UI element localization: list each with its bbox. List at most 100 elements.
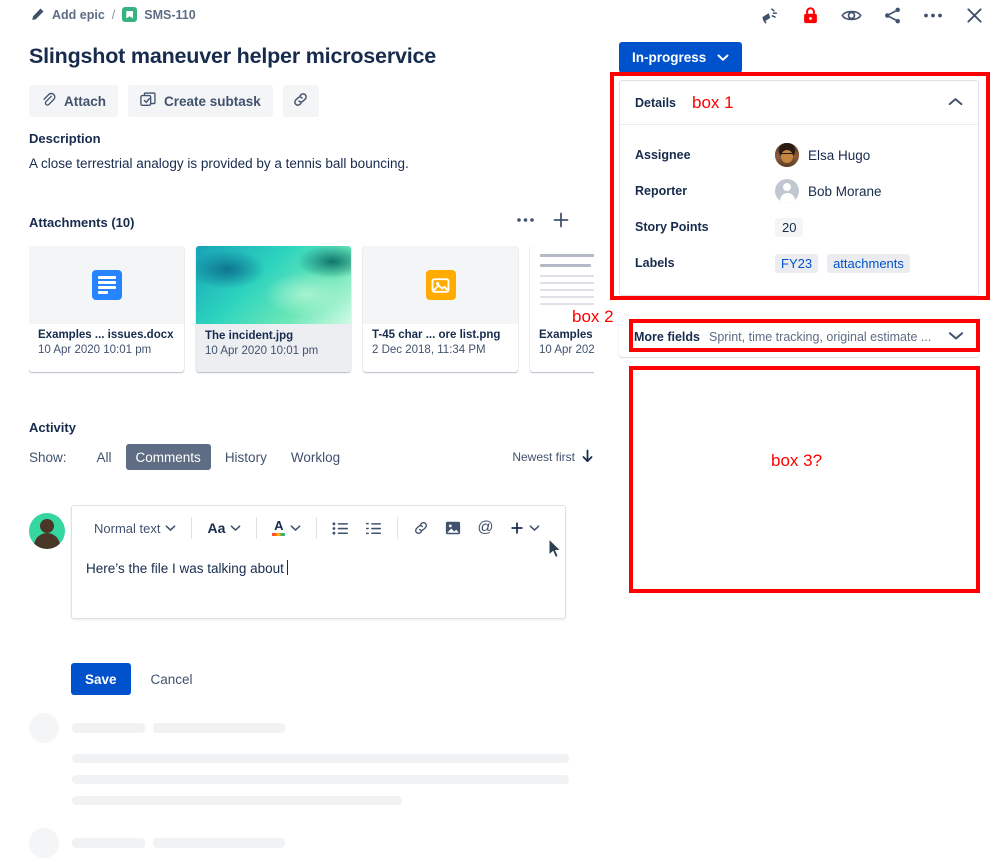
field-value[interactable]: FY23 attachments (775, 253, 910, 273)
breadcrumb-add-epic[interactable]: Add epic (52, 8, 105, 22)
activity-sort-label: Newest first (512, 450, 575, 464)
details-panel: Details Assignee Elsa Hugo Reporter Bob … (619, 80, 979, 296)
image-icon[interactable] (437, 514, 469, 542)
field-labels[interactable]: Labels FY23 attachments (635, 245, 963, 281)
page-title[interactable]: Slingshot maneuver helper microservice (29, 44, 436, 69)
description-heading: Description (29, 131, 101, 146)
link-icon[interactable] (405, 514, 437, 542)
attachment-date: 10 Apr 2020 (539, 344, 594, 356)
link-issue-button[interactable] (282, 85, 319, 117)
field-label: Assignee (635, 148, 691, 162)
chevron-up-icon[interactable] (948, 94, 963, 112)
issue-action-bar: Attach Create subtask (29, 85, 319, 117)
field-label: Story Points (635, 220, 709, 234)
activity-show-label: Show: (29, 449, 67, 465)
comment-editor[interactable]: Normal text Aa A @ Here’s the file I was… (71, 505, 566, 619)
cancel-button[interactable]: Cancel (141, 663, 203, 695)
text-style-dropdown[interactable]: Normal text (86, 514, 184, 542)
mention-label: @ (477, 519, 494, 536)
font-formatting-icon[interactable]: Aa (199, 514, 249, 542)
annotation-label-3: box 3? (771, 451, 823, 470)
chevron-down-icon (230, 525, 241, 531)
field-reporter[interactable]: Reporter Bob Morane (635, 173, 963, 209)
label-chip[interactable]: FY23 (775, 253, 819, 273)
avatar (29, 513, 65, 549)
create-subtask-button[interactable]: Create subtask (128, 85, 273, 117)
toolbar-divider (191, 517, 193, 539)
tab-comments[interactable]: Comments (125, 444, 211, 470)
issue-main-content: Add epic / SMS-110 Slingshot maneuver he… (0, 0, 600, 858)
attachment-meta: T-45 char ... ore list.png 2 Dec 2018, 1… (363, 324, 518, 356)
breadcrumb-issue-key[interactable]: SMS-110 (144, 8, 195, 22)
chevron-down-icon (529, 525, 540, 531)
insert-more-icon[interactable] (502, 514, 548, 542)
attach-button-label: Attach (64, 93, 107, 109)
attachment-card[interactable]: Examples ... issues.docx 10 Apr 2020 10:… (29, 246, 184, 372)
status-dropdown[interactable]: In-progress (619, 42, 743, 73)
comment-input[interactable]: Here’s the file I was talking about (72, 550, 565, 618)
save-button[interactable]: Save (71, 663, 131, 695)
avatar (775, 143, 799, 167)
attachments-more-icon[interactable] (516, 217, 535, 223)
subtask-icon (140, 91, 156, 111)
attachment-meta: Examples .. 10 Apr 2020 (530, 324, 594, 356)
create-subtask-label: Create subtask (164, 93, 261, 109)
field-story-points[interactable]: Story Points 20 (635, 209, 963, 245)
issue-detail-page: Add epic / SMS-110 Slingshot maneuver he… (0, 0, 999, 858)
attachment-name: Examples ... issues.docx (38, 329, 174, 341)
annotation-label-1: box 1 (692, 93, 734, 112)
more-fields-panel[interactable]: More fields Sprint, time tracking, origi… (619, 316, 979, 357)
field-value[interactable]: Bob Morane (775, 179, 882, 203)
attachment-name: T-45 char ... ore list.png (372, 329, 501, 341)
details-panel-body: Assignee Elsa Hugo Reporter Bob Morane S… (620, 125, 978, 295)
more-fields-subtitle: Sprint, time tracking, original estimate… (709, 329, 932, 344)
issue-sidebar: In-progress Details Assignee Elsa Hugo R… (600, 0, 999, 833)
mention-icon[interactable]: @ (469, 514, 501, 542)
details-title: Details (635, 95, 676, 110)
field-assignee[interactable]: Assignee Elsa Hugo (635, 137, 963, 173)
more-fields-title: More fields (634, 329, 700, 344)
text-color-icon[interactable]: A (264, 514, 309, 542)
description-body[interactable]: A close terrestrial analogy is provided … (29, 154, 409, 174)
attach-button[interactable]: Attach (29, 85, 119, 117)
attachment-name: The incident.jpg (205, 330, 294, 342)
attachment-name: Examples .. (539, 329, 594, 341)
toolbar-divider (256, 517, 258, 539)
attachment-date: 10 Apr 2020 10:01 pm (205, 345, 319, 357)
attachment-card[interactable]: The incident.jpg 10 Apr 2020 10:01 pm (196, 246, 351, 372)
attachments-tools (516, 211, 570, 229)
attachments-add-icon[interactable] (552, 211, 570, 229)
tab-all[interactable]: All (87, 444, 122, 470)
attachment-card[interactable]: T-45 char ... ore list.png 2 Dec 2018, 1… (363, 246, 518, 372)
attachment-meta: The incident.jpg 10 Apr 2020 10:01 pm (196, 324, 351, 372)
image-file-icon (425, 270, 456, 300)
attachment-thumbnail (363, 246, 518, 324)
font-formatting-label: Aa (207, 520, 226, 536)
field-value[interactable]: 20 (775, 217, 804, 237)
attachment-date: 10 Apr 2020 10:01 pm (38, 344, 152, 356)
field-label: Reporter (635, 184, 688, 198)
numbered-list-icon[interactable] (357, 514, 390, 542)
toolbar-divider (397, 517, 399, 539)
bullet-list-icon[interactable] (324, 514, 357, 542)
label-chip[interactable]: attachments (827, 253, 910, 273)
reporter-name: Bob Morane (808, 183, 882, 199)
assignee-name: Elsa Hugo (808, 147, 871, 163)
doc-file-icon (91, 270, 122, 300)
breadcrumb: Add epic / SMS-110 (30, 7, 196, 22)
tab-history[interactable]: History (215, 444, 277, 470)
attachment-strip[interactable]: Examples ... issues.docx 10 Apr 2020 10:… (29, 246, 594, 376)
details-panel-header[interactable]: Details (620, 81, 978, 125)
attachment-thumbnail (29, 246, 184, 324)
activity-skeleton (29, 705, 594, 858)
chevron-down-icon[interactable] (948, 328, 964, 346)
text-style-label: Normal text (94, 520, 161, 536)
tab-worklog[interactable]: Worklog (281, 444, 350, 470)
story-points-value: 20 (775, 217, 804, 237)
attachments-heading: Attachments (10) (29, 215, 135, 230)
activity-sort-button[interactable]: Newest first (512, 449, 594, 466)
field-value[interactable]: Elsa Hugo (775, 143, 870, 167)
mouse-cursor (548, 538, 562, 559)
text-caret (286, 560, 288, 575)
status-label: In-progress (632, 50, 707, 65)
